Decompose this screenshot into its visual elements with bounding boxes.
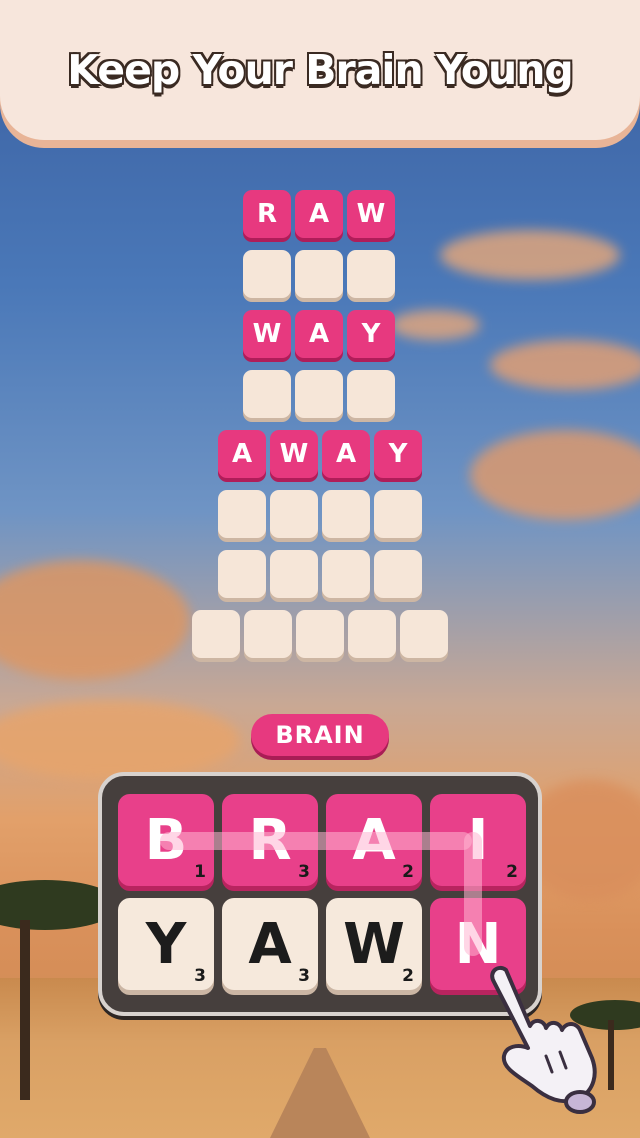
- ladder-tile-empty: [347, 370, 395, 418]
- ladder-row: [192, 610, 448, 658]
- cloud: [0, 560, 190, 680]
- cloud: [490, 340, 640, 390]
- acacia-trunk: [608, 1020, 614, 1090]
- ladder-tile-empty: [270, 550, 318, 598]
- ladder-tile-empty: [243, 250, 291, 298]
- acacia-trunk: [20, 920, 30, 1100]
- ladder-tile-empty: [348, 610, 396, 658]
- ladder-tile: Y: [374, 430, 422, 478]
- tile-score: 2: [402, 966, 414, 986]
- tile-score: 3: [194, 966, 206, 986]
- tile-score: 2: [506, 862, 518, 882]
- ladder-tile-empty: [347, 250, 395, 298]
- ladder-tile-empty: [374, 490, 422, 538]
- tile-score: 1: [194, 862, 206, 882]
- tile-letter: Y: [145, 911, 187, 977]
- ladder-tile-empty: [295, 250, 343, 298]
- ladder-row: R A W: [243, 190, 395, 238]
- ladder-tile: A: [295, 190, 343, 238]
- ladder-tile: Y: [347, 310, 395, 358]
- swipe-path-vertical: [464, 832, 482, 956]
- tile-letter: A: [248, 911, 292, 977]
- ladder-tile: A: [218, 430, 266, 478]
- ladder-row: [243, 370, 395, 418]
- ladder-tile: W: [347, 190, 395, 238]
- tile-score: 3: [298, 862, 310, 882]
- current-word-pill: BRAIN: [251, 714, 389, 756]
- tile-letter: W: [343, 911, 405, 977]
- ladder-tile: A: [322, 430, 370, 478]
- swipe-path-horizontal: [160, 832, 472, 850]
- ladder-tile-empty: [270, 490, 318, 538]
- cloud: [470, 430, 640, 520]
- ladder-tile-empty: [296, 610, 344, 658]
- board-tile[interactable]: Y 3: [118, 898, 214, 990]
- ladder-tile-empty: [192, 610, 240, 658]
- banner-title: Keep Your Brain Young: [67, 46, 574, 94]
- ladder-tile: W: [270, 430, 318, 478]
- ladder-tile-empty: [295, 370, 343, 418]
- ladder-tile: W: [243, 310, 291, 358]
- ladder-tile-empty: [322, 490, 370, 538]
- letter-board: B 1 R 3 A 2 I 2 Y 3 A 3 W 2 N: [98, 772, 542, 1016]
- ladder-row: W A Y: [243, 310, 395, 358]
- cloud: [440, 230, 620, 280]
- ladder-tile-empty: [322, 550, 370, 598]
- board-tile[interactable]: A 3: [222, 898, 318, 990]
- board-tile[interactable]: W 2: [326, 898, 422, 990]
- ladder-row: A W A Y: [218, 430, 422, 478]
- ladder-tile-empty: [400, 610, 448, 658]
- cloud: [390, 310, 480, 340]
- tile-score: 2: [402, 862, 414, 882]
- ladder-row: [218, 550, 422, 598]
- ladder-tile: R: [243, 190, 291, 238]
- cloud: [0, 700, 240, 780]
- ladder-tile-empty: [243, 370, 291, 418]
- ladder-tile: A: [295, 310, 343, 358]
- ladder-row: [218, 490, 422, 538]
- header-banner: Keep Your Brain Young: [0, 0, 640, 140]
- ladder-tile-empty: [218, 490, 266, 538]
- ladder-tile-empty: [218, 550, 266, 598]
- pointing-hand-icon: [490, 965, 597, 1114]
- ladder-tile-empty: [374, 550, 422, 598]
- ladder-tile-empty: [244, 610, 292, 658]
- ladder-row: [243, 250, 395, 298]
- tile-score: 3: [298, 966, 310, 986]
